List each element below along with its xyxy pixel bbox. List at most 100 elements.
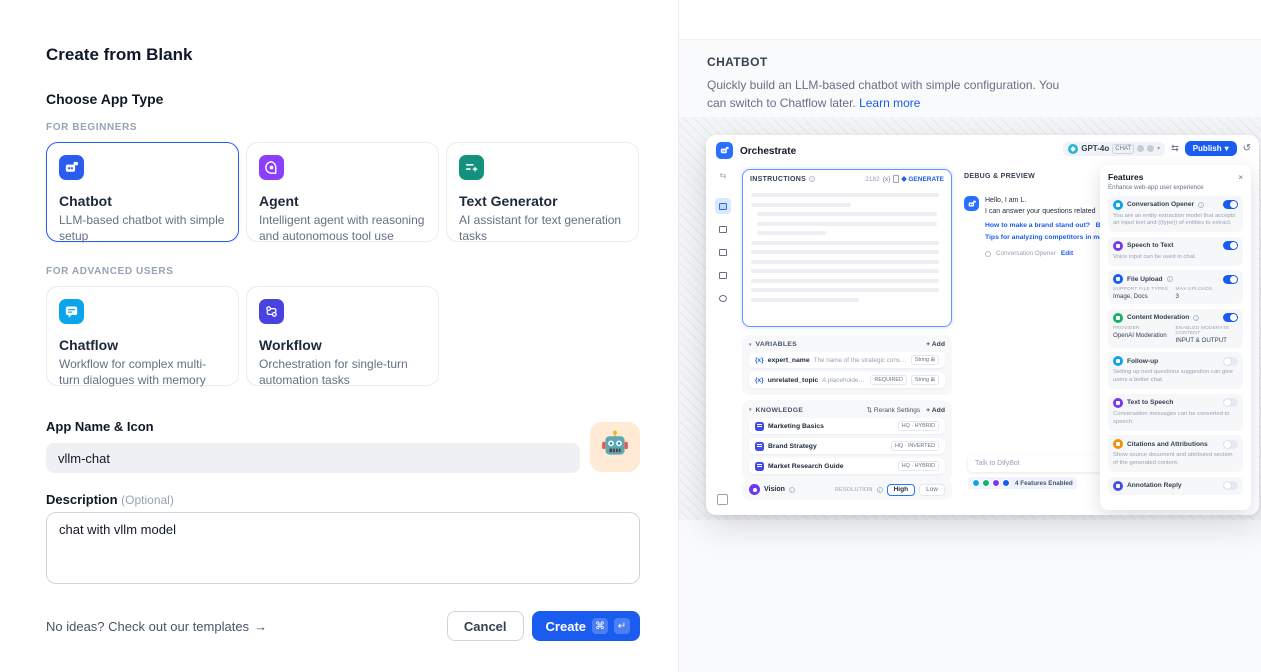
- preview-model-selector: GPT-4o CHAT ▾: [1063, 142, 1165, 156]
- vision-label: Vision: [764, 486, 785, 493]
- feature-dot-icon: [972, 479, 980, 487]
- feature-item: Citations and Attributions Show source d…: [1108, 435, 1243, 472]
- knowledge-row: Brand Strategy HQ · INVERTED: [749, 438, 945, 454]
- app-type-preview-panel: CHATBOT Quickly build an LLM-based chatb…: [678, 0, 1261, 672]
- for-beginners-label: FOR BEGINNERS: [46, 122, 640, 133]
- knowledge-header: ▾ KNOWLEDGE ⇅ Rerank Settings + Add: [749, 406, 945, 414]
- conversation-opener-row: Conversation Opener Edit: [985, 250, 1116, 257]
- create-button[interactable]: Create ⌘ ↵: [532, 611, 640, 641]
- feature-toggle: [1223, 481, 1238, 490]
- feature-dot-icon: [982, 479, 990, 487]
- description-label-text: Description: [46, 492, 118, 507]
- feature-item: Text to Speech Conversation messages can…: [1108, 394, 1243, 431]
- feature-desc: Setting up next questions suggestion can…: [1113, 369, 1238, 385]
- card-title: Workflow: [259, 337, 426, 353]
- info-icon: i: [789, 487, 795, 493]
- vision-row: Vision i RESOLUTION i High Low: [742, 479, 952, 500]
- citations-icon: [1113, 439, 1123, 449]
- card-title: Agent: [259, 193, 426, 209]
- feature-name: Conversation Opener: [1127, 201, 1194, 208]
- required-badge: REQUIRED: [870, 375, 906, 385]
- token-count: 2182: [865, 176, 879, 183]
- variables-title: VARIABLES: [756, 341, 797, 348]
- variables-panel: ▾ VARIABLES + Add {x} expert_name The na…: [742, 335, 952, 395]
- feature-item: Speech to Text Voice input can be used i…: [1108, 237, 1243, 266]
- feature-toggle: [1223, 440, 1238, 449]
- clipboard-icon: [893, 175, 899, 183]
- cancel-button[interactable]: Cancel: [447, 611, 524, 641]
- card-title: Chatflow: [59, 337, 226, 353]
- app-name-row: [46, 443, 640, 473]
- chatbot-icon: [59, 155, 84, 180]
- feature-desc: Voice input can be used in chat.: [1113, 254, 1238, 262]
- resolution-low-chip: Low: [919, 484, 945, 496]
- rerank-settings-button: ⇅ Rerank Settings: [867, 406, 921, 414]
- preview-header-right: GPT-4o CHAT ▾ ⇆ Publish ▾ ↺: [1063, 141, 1251, 156]
- generate-button: GENERATE: [902, 176, 944, 183]
- expand-icon: [717, 494, 728, 505]
- choose-app-type-heading: Choose App Type: [46, 91, 640, 107]
- document-icon: [715, 244, 731, 260]
- dataset-name: Marketing Basics: [768, 423, 824, 430]
- create-button-label: Create: [546, 619, 586, 634]
- dataset-name: Market Research Guide: [768, 463, 844, 470]
- opener-edit-link: Edit: [1061, 250, 1073, 257]
- templates-link[interactable]: No ideas? Check out our templates →: [46, 619, 267, 634]
- app-type-card-chatbot[interactable]: Chatbot LLM-based chatbot with simple se…: [46, 142, 239, 242]
- variable-token-icon: {x}: [755, 357, 764, 364]
- variable-row: {x} expert_name The name of the strategi…: [749, 352, 945, 368]
- dataset-icon: [755, 442, 764, 451]
- add-knowledge-button: + Add: [926, 407, 945, 414]
- preview-app-title: Orchestrate: [740, 146, 796, 157]
- description-textarea[interactable]: chat with vllm model: [46, 512, 640, 584]
- greeting-line: I can answer your questions related: [985, 207, 1116, 218]
- beginner-cards-row: Chatbot LLM-based chatbot with simple se…: [46, 142, 640, 242]
- preview-sidebar: ⇆: [714, 171, 732, 313]
- features-title: Features: [1108, 172, 1238, 182]
- templates-link-text: No ideas? Check out our templates: [46, 619, 249, 634]
- feature-toggle: [1223, 275, 1238, 284]
- enter-key-icon: ↵: [614, 618, 630, 634]
- cmd-key-icon: ⌘: [592, 618, 608, 634]
- feature-item: Annotation Reply: [1108, 477, 1243, 495]
- feature-toggle: [1223, 200, 1238, 209]
- features-subtitle: Enhance web-app user experience: [1108, 184, 1243, 191]
- conversation-opener-icon: [1113, 200, 1123, 210]
- app-type-card-agent[interactable]: Agent Intelligent agent with reasoning a…: [246, 142, 439, 242]
- app-type-card-text-generator[interactable]: Text Generator AI assistant for text gen…: [446, 142, 639, 242]
- variable-type-badge: String ⊞: [911, 375, 939, 385]
- knowledge-title: KNOWLEDGE: [756, 407, 804, 414]
- chevron-down-icon: ▾: [749, 342, 752, 348]
- knowledge-row: Marketing Basics HQ · HYBRID: [749, 418, 945, 434]
- card-title: Text Generator: [459, 193, 626, 209]
- feature-item: Follow-up Setting up next questions sugg…: [1108, 352, 1243, 389]
- meta-label: MAX UPLOADS: [1176, 287, 1239, 292]
- card-title: Chatbot: [59, 193, 226, 209]
- preview-publish-button: Publish ▾: [1185, 141, 1237, 156]
- instructions-skeleton: [743, 186, 951, 314]
- feature-name: Content Moderation: [1127, 314, 1189, 321]
- card-desc: Workflow for complex multi-turn dialogue…: [59, 357, 226, 389]
- instructions-panel: INSTRUCTIONS i 2182 {x} GENERATE: [742, 169, 952, 327]
- agent-icon: [259, 155, 284, 180]
- chatflow-icon: [59, 299, 84, 324]
- text-generator-icon: [459, 155, 484, 180]
- app-icon-picker[interactable]: [590, 422, 640, 472]
- meta-value: INPUT & OUTPUT: [1176, 337, 1239, 344]
- globe-icon: [715, 290, 731, 306]
- feature-toggle: [1223, 241, 1238, 250]
- app-type-card-workflow[interactable]: Workflow Orchestration for single-turn a…: [246, 286, 439, 386]
- top-strip: [679, 0, 1261, 40]
- feature-name: Citations and Attributions: [1127, 441, 1208, 448]
- suggestion-link: How to make a brand stand out? Bes: [985, 222, 1116, 229]
- app-name-input[interactable]: [46, 443, 580, 473]
- dataset-icon: [755, 422, 764, 431]
- learn-more-link[interactable]: Learn more: [859, 96, 920, 110]
- chatbot-preview-image: Orchestrate GPT-4o CHAT ▾ ⇆ Publish ▾: [706, 135, 1259, 515]
- vision-eye-icon: [749, 484, 760, 495]
- app-type-card-chatflow[interactable]: Chatflow Workflow for complex multi-turn…: [46, 286, 239, 386]
- instructions-title: INSTRUCTIONS: [750, 176, 806, 183]
- meta-value: Image, Docs: [1113, 293, 1176, 300]
- create-app-page: Create from Blank Choose App Type FOR BE…: [0, 0, 1261, 672]
- feature-name: File Upload: [1127, 276, 1163, 283]
